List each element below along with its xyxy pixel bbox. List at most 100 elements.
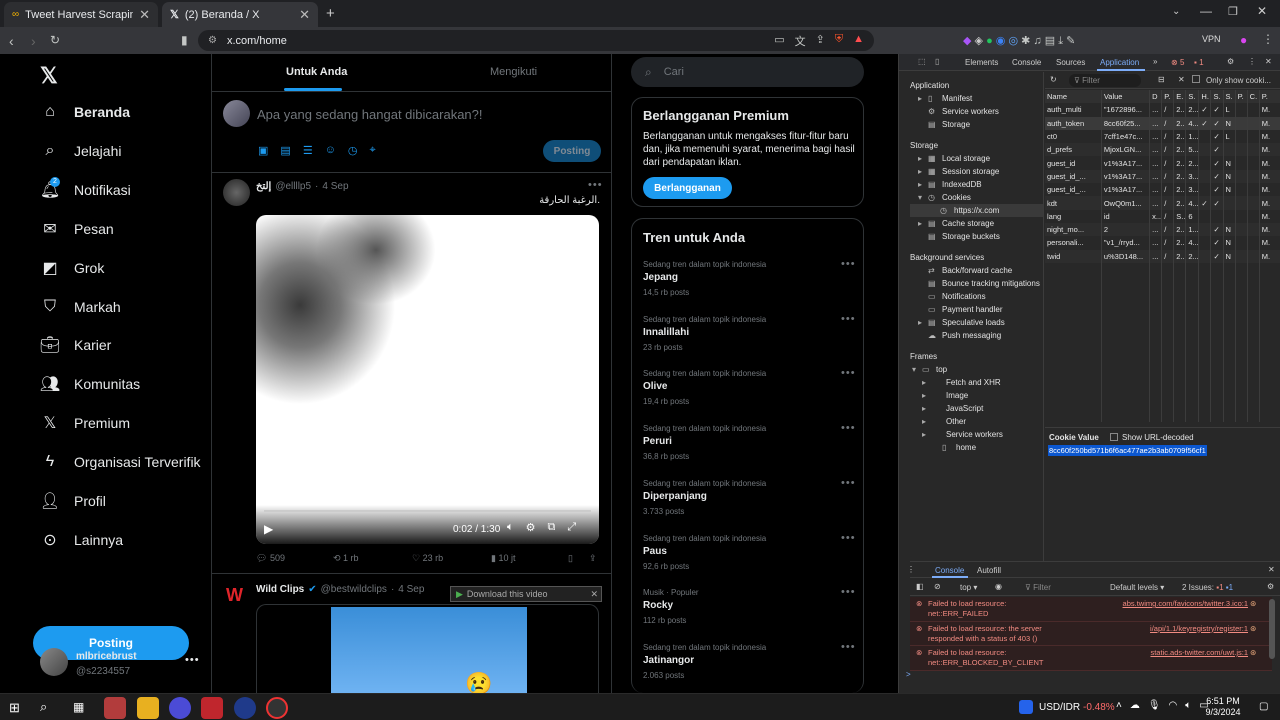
- devtools-tree-item[interactable]: ▸ ▦ Session storage: [910, 165, 1043, 178]
- tweet-avatar[interactable]: [223, 179, 250, 206]
- devtools-tree-item[interactable]: ▸ ▦ Local storage: [910, 152, 1043, 165]
- music-icon[interactable]: ♫: [1033, 35, 1041, 47]
- trend-item[interactable]: Sedang tren dalam topik indonesia Peruri 3…: [643, 422, 855, 472]
- tweet-handle[interactable]: @bestwildclips: [321, 584, 387, 595]
- devtools-tree-item[interactable]: ▤ Bounce tracking mitigations: [910, 277, 1043, 290]
- taskbar-search-icon[interactable]: ⌕: [40, 699, 47, 715]
- cookie-column-header[interactable]: D: [1149, 90, 1163, 104]
- location-icon[interactable]: ⌖: [370, 144, 376, 157]
- tweet-video[interactable]: ▶ 0:02 / 1:30 🔈︎ ⚙ ⧉ ⤢: [256, 215, 599, 544]
- ticker-label[interactable]: USD/IDR: [1039, 702, 1080, 713]
- refresh-icon[interactable]: ↻: [1050, 75, 1057, 84]
- issues-button[interactable]: 2 Issues: ▪1 ▪1: [1182, 583, 1233, 592]
- network-icon[interactable]: ⊛: [1250, 624, 1256, 633]
- x-logo-icon[interactable]: 𝕏: [40, 63, 58, 89]
- forward-icon[interactable]: ›: [31, 33, 36, 49]
- tab-application[interactable]: Application: [1100, 58, 1139, 67]
- cookie-row[interactable]: langidx.../S...6 M.: [1045, 209, 1280, 223]
- image-icon[interactable]: ▣: [258, 144, 268, 157]
- trend-item[interactable]: Sedang tren dalam topik indonesia Innalil…: [643, 313, 855, 363]
- inspect-icon[interactable]: ⬚: [918, 57, 926, 66]
- share-icon[interactable]: ⇪: [816, 33, 825, 49]
- trend-item[interactable]: Sedang tren dalam topik indonesia Diperpa…: [643, 477, 856, 527]
- trend-more-icon[interactable]: •••: [841, 532, 856, 544]
- cookie-row[interactable]: kdt OwQ0m1....../2... 4... ✓ ✓ M.: [1045, 196, 1280, 210]
- nav-item-jelajahi[interactable]: ⌕ Jelajahi: [40, 140, 122, 162]
- tweet-more-icon[interactable]: •••: [588, 179, 603, 191]
- cookie-row[interactable]: d_prefs MjoxLGN....../2... 5... ✓ M.: [1045, 143, 1280, 157]
- tree-arrow-icon[interactable]: ▸: [922, 391, 928, 400]
- cookie-column-header[interactable]: P.: [1259, 90, 1280, 104]
- notification-icon[interactable]: ▢: [1259, 701, 1268, 712]
- devtools-tree-item[interactable]: ▸ Image: [910, 389, 1043, 402]
- cookie-column-header[interactable]: E.: [1173, 90, 1187, 104]
- cookie-row[interactable]: night_mo... 2.../2... 1... ✓ N M.: [1045, 222, 1280, 237]
- tab-autofill[interactable]: Autofill: [977, 566, 1001, 575]
- tree-arrow-icon[interactable]: ▸: [922, 417, 928, 426]
- cookie-row[interactable]: auth_token 8cc60f25....../2... 4... ✓ ✓ N M.: [1045, 116, 1280, 130]
- nav-item-grok[interactable]: ◩ Grok: [40, 257, 104, 279]
- new-tab-icon[interactable]: +: [326, 5, 335, 22]
- devtools-tree-item[interactable]: ▤ Storage buckets: [910, 230, 1043, 243]
- tree-arrow-icon[interactable]: ▸: [918, 180, 924, 189]
- views-button[interactable]: ▮ 10 jt: [491, 553, 515, 564]
- cookie-column-header[interactable]: C.: [1247, 90, 1260, 104]
- message-source-link[interactable]: i/api/1.1/keyregistry/register:1: [1090, 624, 1248, 633]
- address-bar[interactable]: ⚙ x.com/home ▭ 文 ⇪ ⛨ ▲: [198, 30, 874, 51]
- clear-console-icon[interactable]: ⊘: [934, 582, 941, 591]
- cookie-column-header[interactable]: H.: [1198, 90, 1212, 104]
- message-source-link[interactable]: abs.twimg.com/favicons/twitter.3.ico:1: [1090, 599, 1248, 608]
- site-info-icon[interactable]: ⚙: [208, 35, 217, 46]
- warning-count-badge[interactable]: ▪ 1: [1194, 58, 1204, 67]
- composer-post-button[interactable]: Posting: [543, 140, 601, 162]
- nav-item-komunitas[interactable]: 👥︎ Komunitas: [40, 373, 140, 395]
- puzzle-icon[interactable]: ✱: [1021, 35, 1030, 47]
- devtools-menu-icon[interactable]: ⋮: [1248, 57, 1256, 66]
- profile-icon[interactable]: ●: [1240, 33, 1247, 47]
- cookie-filter-input[interactable]: ⊽ Filter: [1069, 74, 1141, 87]
- browser-tab-x[interactable]: 𝕏 (2) Beranda / X ✕: [162, 2, 318, 27]
- nav-item-notifikasi[interactable]: 🔔︎ 2 Notifikasi: [40, 176, 131, 201]
- nav-item-premium[interactable]: 𝕏 Premium: [40, 412, 130, 434]
- devtools-tree-item[interactable]: ▸ Service workers: [910, 428, 1043, 441]
- cast-icon[interactable]: ▭: [774, 33, 784, 49]
- nav-item-beranda[interactable]: ⌂ Beranda: [40, 101, 130, 123]
- retweet-button[interactable]: ⟲ 1 rb: [333, 553, 359, 564]
- cookie-row[interactable]: ct0 7cff1e47c....../2... 1... ✓ L M.: [1045, 129, 1280, 144]
- tab-elements[interactable]: Elements: [965, 58, 998, 67]
- trend-more-icon[interactable]: •••: [841, 586, 856, 598]
- reload-icon[interactable]: ↻: [50, 33, 60, 47]
- console-scrollbar[interactable]: [1269, 599, 1275, 659]
- devtools-tree-item[interactable]: ⚙ Service workers: [910, 105, 1043, 118]
- devtools-tree-item[interactable]: ▸ Fetch and XHR: [910, 376, 1043, 389]
- devtools-tree-item[interactable]: ▸ ▤ IndexedDB: [910, 178, 1043, 191]
- clear-all-icon[interactable]: ✕: [1178, 75, 1185, 84]
- cookie-row[interactable]: guest_id_... v1%3A17....../2... 3... ✓ N M.: [1045, 169, 1280, 184]
- tab-search-icon[interactable]: ⌄: [1172, 6, 1180, 17]
- trend-more-icon[interactable]: •••: [841, 477, 856, 489]
- cookie-row[interactable]: guest_id v1%3A17....../2... 2... ✓ N M.: [1045, 156, 1280, 170]
- reply-button[interactable]: 💬︎ 509: [256, 553, 285, 564]
- brush-icon[interactable]: ✎: [1066, 35, 1075, 47]
- tree-arrow-icon[interactable]: ▾: [912, 365, 918, 374]
- context-select[interactable]: top ▾: [960, 583, 977, 592]
- sidebar-icon[interactable]: ▤: [1045, 35, 1055, 47]
- trend-item[interactable]: Sedang tren dalam topik indonesia Paus 92,…: [643, 532, 856, 582]
- volume-tray-icon[interactable]: 🔈︎: [1185, 700, 1191, 711]
- devtools-tree-item[interactable]: ▭ Payment handler: [910, 303, 1043, 316]
- tab-following[interactable]: Mengikuti: [490, 66, 537, 78]
- account-more-icon[interactable]: •••: [185, 654, 200, 666]
- poll-icon[interactable]: ☰: [303, 144, 313, 157]
- extension-icon[interactable]: ◆: [963, 35, 971, 47]
- volume-icon[interactable]: 🔈︎: [507, 521, 514, 534]
- cookie-row[interactable]: twid u%3D148....../2... 2... ✓ N M.: [1045, 249, 1280, 263]
- download-icon[interactable]: ⤓: [1058, 35, 1063, 47]
- extension-icon[interactable]: ◉: [996, 35, 1006, 47]
- brave-app-icon[interactable]: [104, 697, 126, 719]
- pip-icon[interactable]: ⧉: [547, 521, 555, 534]
- tab-console[interactable]: Console: [1012, 58, 1041, 67]
- subscribe-button[interactable]: Berlangganan: [643, 177, 732, 199]
- more-tabs-icon[interactable]: »: [1153, 57, 1157, 66]
- devtools-tree-item[interactable]: ▯ home: [910, 441, 1043, 454]
- tweet2-media[interactable]: 😢: [256, 604, 599, 693]
